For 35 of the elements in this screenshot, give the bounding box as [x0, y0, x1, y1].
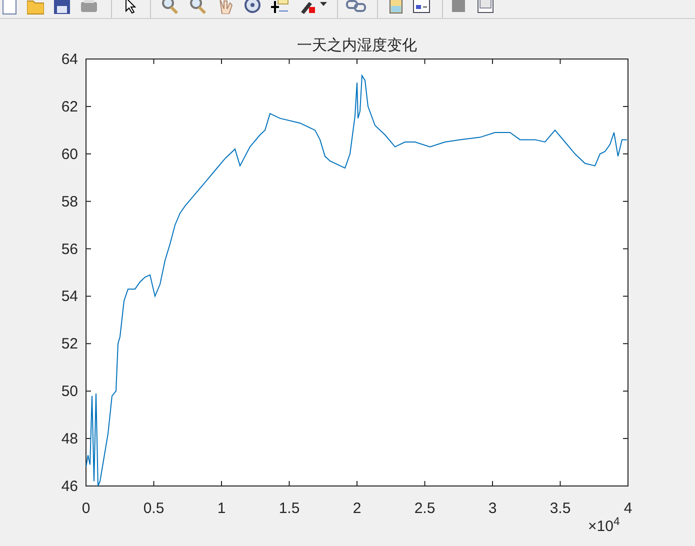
tick-label: 56 — [61, 240, 78, 258]
tick-label: 2 — [352, 500, 362, 517]
tick-label: 48 — [61, 430, 78, 448]
tick-label: 60 — [61, 146, 78, 163]
tick-label: 58 — [61, 193, 78, 210]
axis-exponent-label: ×10$^{4}$ — [588, 519, 620, 534]
tick-label: 50 — [61, 383, 78, 400]
new-file-icon[interactable] — [2, 0, 17, 15]
tick-label: 0.5 — [143, 500, 164, 517]
tick-label: 64 — [61, 51, 78, 68]
tick-label: 46 — [61, 478, 78, 495]
tick-label: 4 — [624, 500, 632, 517]
zoom-out-icon[interactable] — [189, 0, 207, 14]
tick-label: 62 — [61, 98, 78, 116]
legend-icon[interactable] — [413, 0, 430, 14]
brush-icon[interactable] — [299, 0, 317, 14]
chart-title: 一天之内湿度变化 — [297, 36, 417, 54]
tick-label: 1 — [217, 500, 226, 517]
caret-icon[interactable] — [320, 2, 327, 7]
zoom-in-icon[interactable] — [161, 0, 179, 14]
link-icon[interactable] — [346, 0, 366, 14]
pan-hand-icon[interactable] — [217, 0, 234, 14]
tick-label: 54 — [61, 288, 78, 306]
window-icon[interactable] — [477, 0, 494, 14]
tick-label: 2.5 — [414, 500, 436, 517]
tick-label: 3.5 — [550, 500, 571, 517]
open-folder-icon[interactable] — [27, 0, 44, 15]
colorbar-icon[interactable] — [389, 0, 403, 14]
pointer-icon[interactable] — [125, 0, 137, 14]
tick-label: 3 — [488, 500, 497, 517]
data-cursor-icon[interactable] — [271, 0, 289, 14]
tick-label: 0 — [82, 500, 90, 517]
save-icon[interactable] — [54, 0, 70, 15]
tick-label: 52 — [61, 336, 78, 353]
tick-label: 1.5 — [278, 500, 300, 517]
